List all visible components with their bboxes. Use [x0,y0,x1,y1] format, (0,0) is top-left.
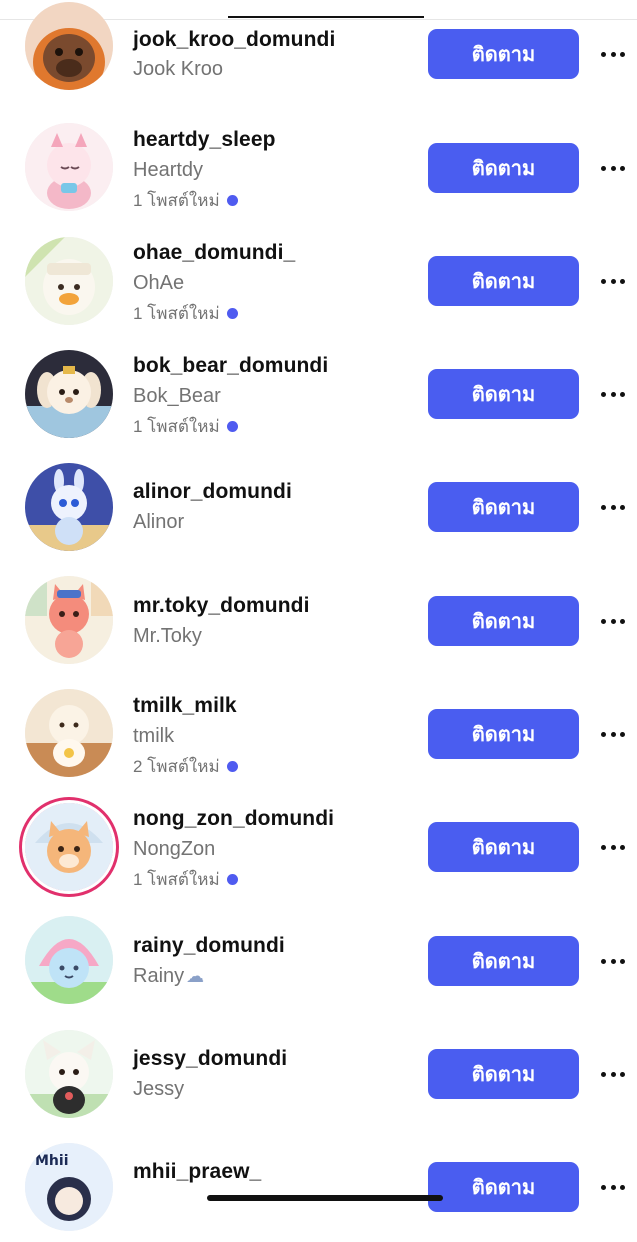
cloud-rain-icon: ☁ [186,966,205,986]
new-posts-text: 1 โพสต์ใหม่ [133,304,220,323]
avatar[interactable] [25,463,113,551]
username[interactable]: jook_kroo_domundi [133,28,335,52]
username[interactable]: nong_zon_domundi [133,807,334,831]
full-name: Jook Kroo [133,58,224,80]
more-options-icon[interactable] [596,153,630,183]
list-item[interactable]: bok_bear_domundi Bok_Bear 1 โพสต์ใหม่ ติ… [0,336,637,449]
avatar[interactable] [25,123,113,211]
username[interactable]: ohae_domundi_ [133,241,295,265]
avatar[interactable]: Mhii [25,1143,113,1231]
avatar[interactable] [25,689,113,777]
avatar-with-story-ring[interactable] [25,803,113,891]
more-options-icon[interactable] [596,1172,630,1202]
username[interactable]: alinor_domundi [133,480,292,504]
more-options-icon[interactable] [596,266,630,296]
follow-button[interactable]: ติดตาม [428,596,579,646]
full-name: OhAe [133,272,185,294]
new-post-dot [226,195,238,206]
username[interactable]: jessy_domundi [133,1047,287,1071]
follow-button[interactable]: ติดตาม [428,369,579,419]
new-posts-indicator: 2 โพสต์ใหม่ [133,753,238,780]
list-item[interactable]: ohae_domundi_ OhAe 1 โพสต์ใหม่ ติดตาม [0,223,637,336]
new-post-dot [226,308,238,319]
list-item[interactable]: Mhii mhii_praew_ ติดตาม [0,1129,637,1242]
list-item[interactable]: nong_zon_domundi NongZon 1 โพสต์ใหม่ ติด… [0,789,637,902]
home-indicator[interactable] [207,1195,443,1201]
new-post-dot [226,761,238,772]
svg-text:Mhii: Mhii [35,1153,69,1169]
new-posts-indicator: 1 โพสต์ใหม่ [133,413,238,440]
username[interactable]: heartdy_sleep [133,128,276,152]
avatar[interactable] [25,2,113,90]
list-item[interactable]: tmilk_milk tmilk 2 โพสต์ใหม่ ติดตาม [0,676,637,789]
new-posts-text: 2 โพสต์ใหม่ [133,757,220,776]
full-name: Rainy [133,965,185,987]
more-options-icon[interactable] [596,379,630,409]
follow-button[interactable]: ติดตาม [428,1049,579,1099]
follow-button[interactable]: ติดตาม [428,143,579,193]
username[interactable]: mr.toky_domundi [133,594,310,618]
avatar[interactable] [25,1030,113,1118]
more-options-icon[interactable] [596,492,630,522]
following-list[interactable]: jook_kroo_domundi Jook Kroo ติดตาม heart… [0,0,637,1231]
follow-button[interactable]: ติดตาม [428,709,579,759]
follow-button[interactable]: ติดตาม [428,256,579,306]
full-name: Bok_Bear [133,385,221,407]
more-options-icon[interactable] [596,1059,630,1089]
more-options-icon[interactable] [596,832,630,862]
full-name: Alinor [133,511,185,533]
list-item[interactable]: mr.toky_domundi Mr.Toky ติดตาม [0,563,637,676]
follow-button[interactable]: ติดตาม [428,482,579,532]
follow-button[interactable]: ติดตาม [428,936,579,986]
full-name: tmilk [133,725,175,747]
list-item[interactable]: rainy_domundi Rainy ☁ ติดตาม [0,903,637,1016]
follow-button[interactable]: ติดตาม [428,822,579,872]
username[interactable]: tmilk_milk [133,694,237,718]
follow-button[interactable]: ติดตาม [428,1162,579,1212]
list-item[interactable]: alinor_domundi Alinor ติดตาม [0,449,637,562]
username[interactable]: mhii_praew_ [133,1160,261,1184]
avatar[interactable] [25,237,113,325]
more-options-icon[interactable] [596,719,630,749]
full-name: NongZon [133,838,216,860]
new-posts-indicator: 1 โพสต์ใหม่ [133,866,238,893]
new-post-dot [226,421,238,432]
new-posts-text: 1 โพสต์ใหม่ [133,870,220,889]
more-options-icon[interactable] [596,39,630,69]
full-name: Heartdy [133,159,204,181]
new-post-dot [226,874,238,885]
username[interactable]: bok_bear_domundi [133,354,328,378]
list-item[interactable]: heartdy_sleep Heartdy 1 โพสต์ใหม่ ติดตาม [0,110,637,223]
new-posts-text: 1 โพสต์ใหม่ [133,417,220,436]
full-name: Mr.Toky [133,625,202,647]
new-posts-indicator: 1 โพสต์ใหม่ [133,300,238,327]
new-posts-indicator: 1 โพสต์ใหม่ [133,187,238,214]
full-name-with-emoji: Rainy ☁ [133,965,204,988]
list-item[interactable]: jook_kroo_domundi Jook Kroo ติดตาม [0,0,637,110]
username[interactable]: rainy_domundi [133,934,285,958]
list-item[interactable]: jessy_domundi Jessy ติดตาม [0,1016,637,1129]
follow-button[interactable]: ติดตาม [428,29,579,79]
new-posts-text: 1 โพสต์ใหม่ [133,191,220,210]
more-options-icon[interactable] [596,606,630,636]
avatar[interactable] [25,350,113,438]
avatar[interactable] [25,916,113,1004]
avatar[interactable] [25,576,113,664]
full-name: Jessy [133,1078,185,1100]
more-options-icon[interactable] [596,946,630,976]
